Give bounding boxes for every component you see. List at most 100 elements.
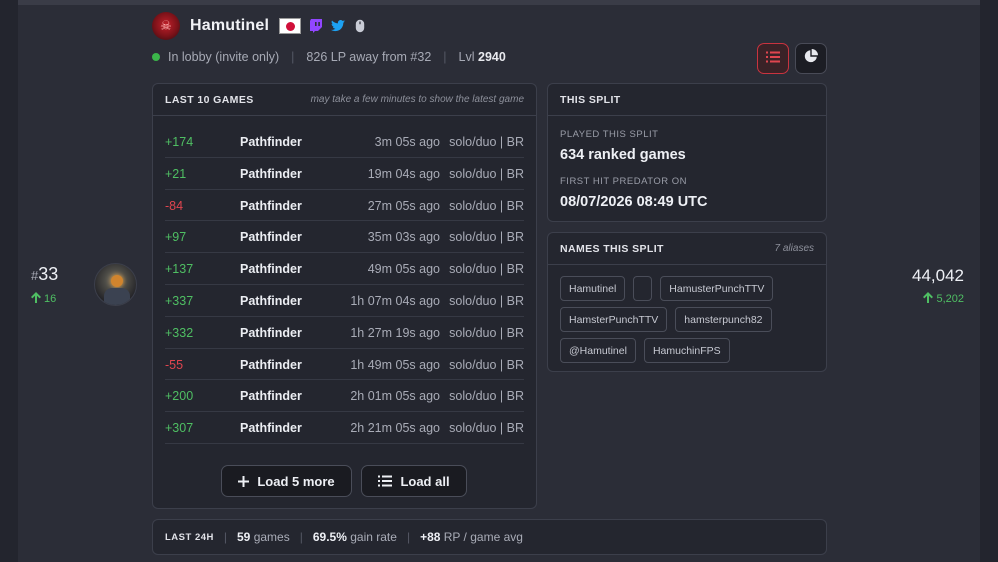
alias-chip: @Hamutinel <box>560 338 636 363</box>
alias-chip: HamuchinFPS <box>643 338 730 363</box>
game-row[interactable]: -55 Pathfinder 1h 49m 05s ago solo/duo | BR <box>165 349 524 381</box>
game-time: 2h 21m 05s ago <box>350 421 440 436</box>
last-games-card: LAST 10 GAMES may take a few minutes to … <box>152 83 537 509</box>
alias-list: Hamutinel HamusterPunchTTV HamsterPunchTTV… <box>560 276 822 363</box>
played-label: PLAYED THIS SPLIT <box>560 129 659 140</box>
game-mode: solo/duo | BR <box>449 166 524 181</box>
twitter-icon[interactable] <box>331 19 346 33</box>
game-time: 3m 05s ago <box>374 135 440 149</box>
game-row[interactable]: +200 Pathfinder 2h 01m 05s ago solo/duo | B… <box>165 380 524 413</box>
lp-change: 5,202 <box>923 292 964 306</box>
game-row[interactable]: +332 Pathfinder 1h 27m 19s ago solo/duo | B… <box>165 317 524 349</box>
gain-rate: 69.5% <box>312 530 347 544</box>
arrow-up-icon <box>31 292 41 306</box>
game-row[interactable]: +97 Pathfinder 35m 03s ago solo/duo | BR <box>165 221 524 254</box>
japan-flag-icon <box>279 18 302 34</box>
alias-chip: HamusterPunchTTV <box>660 276 774 301</box>
game-legend: Pathfinder <box>240 135 302 149</box>
names-split-title: NAMES THIS SPLIT <box>560 242 664 255</box>
alias-chip: Hamutinel <box>560 276 626 301</box>
game-legend: Pathfinder <box>240 198 302 213</box>
first-predator-label: FIRST HIT PREDATOR ON <box>560 176 687 187</box>
list-icon <box>378 475 393 487</box>
list-view-button[interactable] <box>757 43 789 74</box>
this-split-title: THIS SPLIT <box>560 93 621 106</box>
last-24h-bar: LAST 24H | 59 games | 69.5% gain rate | … <box>152 519 827 555</box>
load-more-label: Load 5 more <box>257 473 335 489</box>
game-lp-change: +174 <box>165 135 194 149</box>
level-value: 2940 <box>478 50 506 64</box>
game-lp-change: +137 <box>165 262 194 277</box>
game-row[interactable]: +174 Pathfinder 3m 05s ago solo/duo | BR <box>165 126 524 158</box>
top-border <box>18 0 980 5</box>
presence-text: In lobby (invite only) <box>168 50 280 64</box>
game-legend: Pathfinder <box>240 389 302 404</box>
game-row[interactable]: +307 Pathfinder 2h 21m 05s ago solo/duo | B… <box>165 412 524 444</box>
game-legend: Pathfinder <box>240 357 302 372</box>
games-list: +174 Pathfinder 3m 05s ago solo/duo | BR +21… <box>153 126 536 444</box>
game-mode: solo/duo | BR <box>449 198 524 213</box>
game-mode: solo/duo | BR <box>449 230 524 245</box>
twitch-icon[interactable] <box>309 19 323 33</box>
this-split-header: THIS SPLIT <box>548 84 826 116</box>
load-more-button[interactable]: Load 5 more <box>221 465 352 497</box>
game-time: 1h 07m 04s ago <box>350 293 440 308</box>
player-avatar <box>94 263 137 306</box>
game-lp-change: +21 <box>165 166 187 181</box>
load-all-label: Load all <box>400 473 450 489</box>
game-legend: Pathfinder <box>240 325 302 340</box>
game-mode: solo/duo | BR <box>449 421 524 436</box>
last-games-note: may take a few minutes to show the lates… <box>310 94 524 105</box>
last-games-header: LAST 10 GAMES may take a few minutes to … <box>153 84 536 116</box>
games-count: 59 <box>237 530 251 544</box>
status-line: In lobby (invite only) | 826 LP away fro… <box>152 50 506 64</box>
skull-logo-icon: ☠ <box>152 12 180 40</box>
game-row[interactable]: +337 Pathfinder 1h 07m 04s ago solo/duo | B… <box>165 285 524 317</box>
player-name[interactable]: Hamutinel <box>190 17 269 35</box>
online-status-dot <box>152 53 160 61</box>
game-legend: Pathfinder <box>240 293 302 308</box>
game-row[interactable]: +137 Pathfinder 49m 05s ago solo/duo | BR <box>165 253 524 285</box>
arrow-up-icon <box>923 292 934 306</box>
last-games-title: LAST 10 GAMES <box>165 93 254 106</box>
lp-away-text: 826 LP away from #32 <box>306 50 432 64</box>
played-value: 634 ranked games <box>560 147 686 163</box>
game-time: 27m 05s ago <box>367 198 440 213</box>
level: Lvl 2940 <box>458 50 506 64</box>
game-lp-change: +337 <box>165 293 194 308</box>
load-all-button[interactable]: Load all <box>361 465 467 497</box>
game-time: 49m 05s ago <box>367 262 440 277</box>
names-split-card: NAMES THIS SPLIT 7 aliases Hamutinel Hamu… <box>547 232 827 372</box>
first-predator-value: 08/07/2026 08:49 UTC <box>560 194 708 210</box>
mouse-icon[interactable] <box>353 19 367 33</box>
lp-total: 44,042 <box>912 266 964 285</box>
player-header: ☠ Hamutinel <box>152 12 367 40</box>
rank-change: 16 <box>31 292 56 306</box>
chart-view-button[interactable] <box>795 43 827 74</box>
alias-chip: HamsterPunchTTV <box>560 307 668 332</box>
game-lp-change: +332 <box>165 325 194 340</box>
game-mode: solo/duo | BR <box>449 262 524 277</box>
game-legend: Pathfinder <box>240 166 302 181</box>
last-24h-tag: LAST 24H <box>165 531 214 543</box>
game-row[interactable]: -84 Pathfinder 27m 05s ago solo/duo | BR <box>165 190 524 222</box>
game-legend: Pathfinder <box>240 262 302 277</box>
plus-icon <box>238 475 250 487</box>
game-mode: solo/duo | BR <box>449 135 524 149</box>
names-split-header: NAMES THIS SPLIT 7 aliases <box>548 233 826 265</box>
game-mode: solo/duo | BR <box>449 357 524 372</box>
game-row[interactable]: +21 Pathfinder 19m 04s ago solo/duo | BR <box>165 158 524 190</box>
alias-count: 7 aliases <box>774 243 814 254</box>
game-lp-change: -84 <box>165 198 184 213</box>
game-time: 35m 03s ago <box>367 230 440 245</box>
list-icon <box>766 50 780 68</box>
game-lp-change: +200 <box>165 389 194 404</box>
alias-chip <box>633 276 653 301</box>
rank-change-value: 16 <box>44 293 57 305</box>
alias-chip: hamsterpunch82 <box>675 307 772 332</box>
game-time: 2h 01m 05s ago <box>350 389 440 404</box>
game-mode: solo/duo | BR <box>449 325 524 340</box>
this-split-card: THIS SPLIT PLAYED THIS SPLIT 634 ranked … <box>547 83 827 222</box>
game-legend: Pathfinder <box>240 421 302 436</box>
game-lp-change: +97 <box>165 230 187 245</box>
